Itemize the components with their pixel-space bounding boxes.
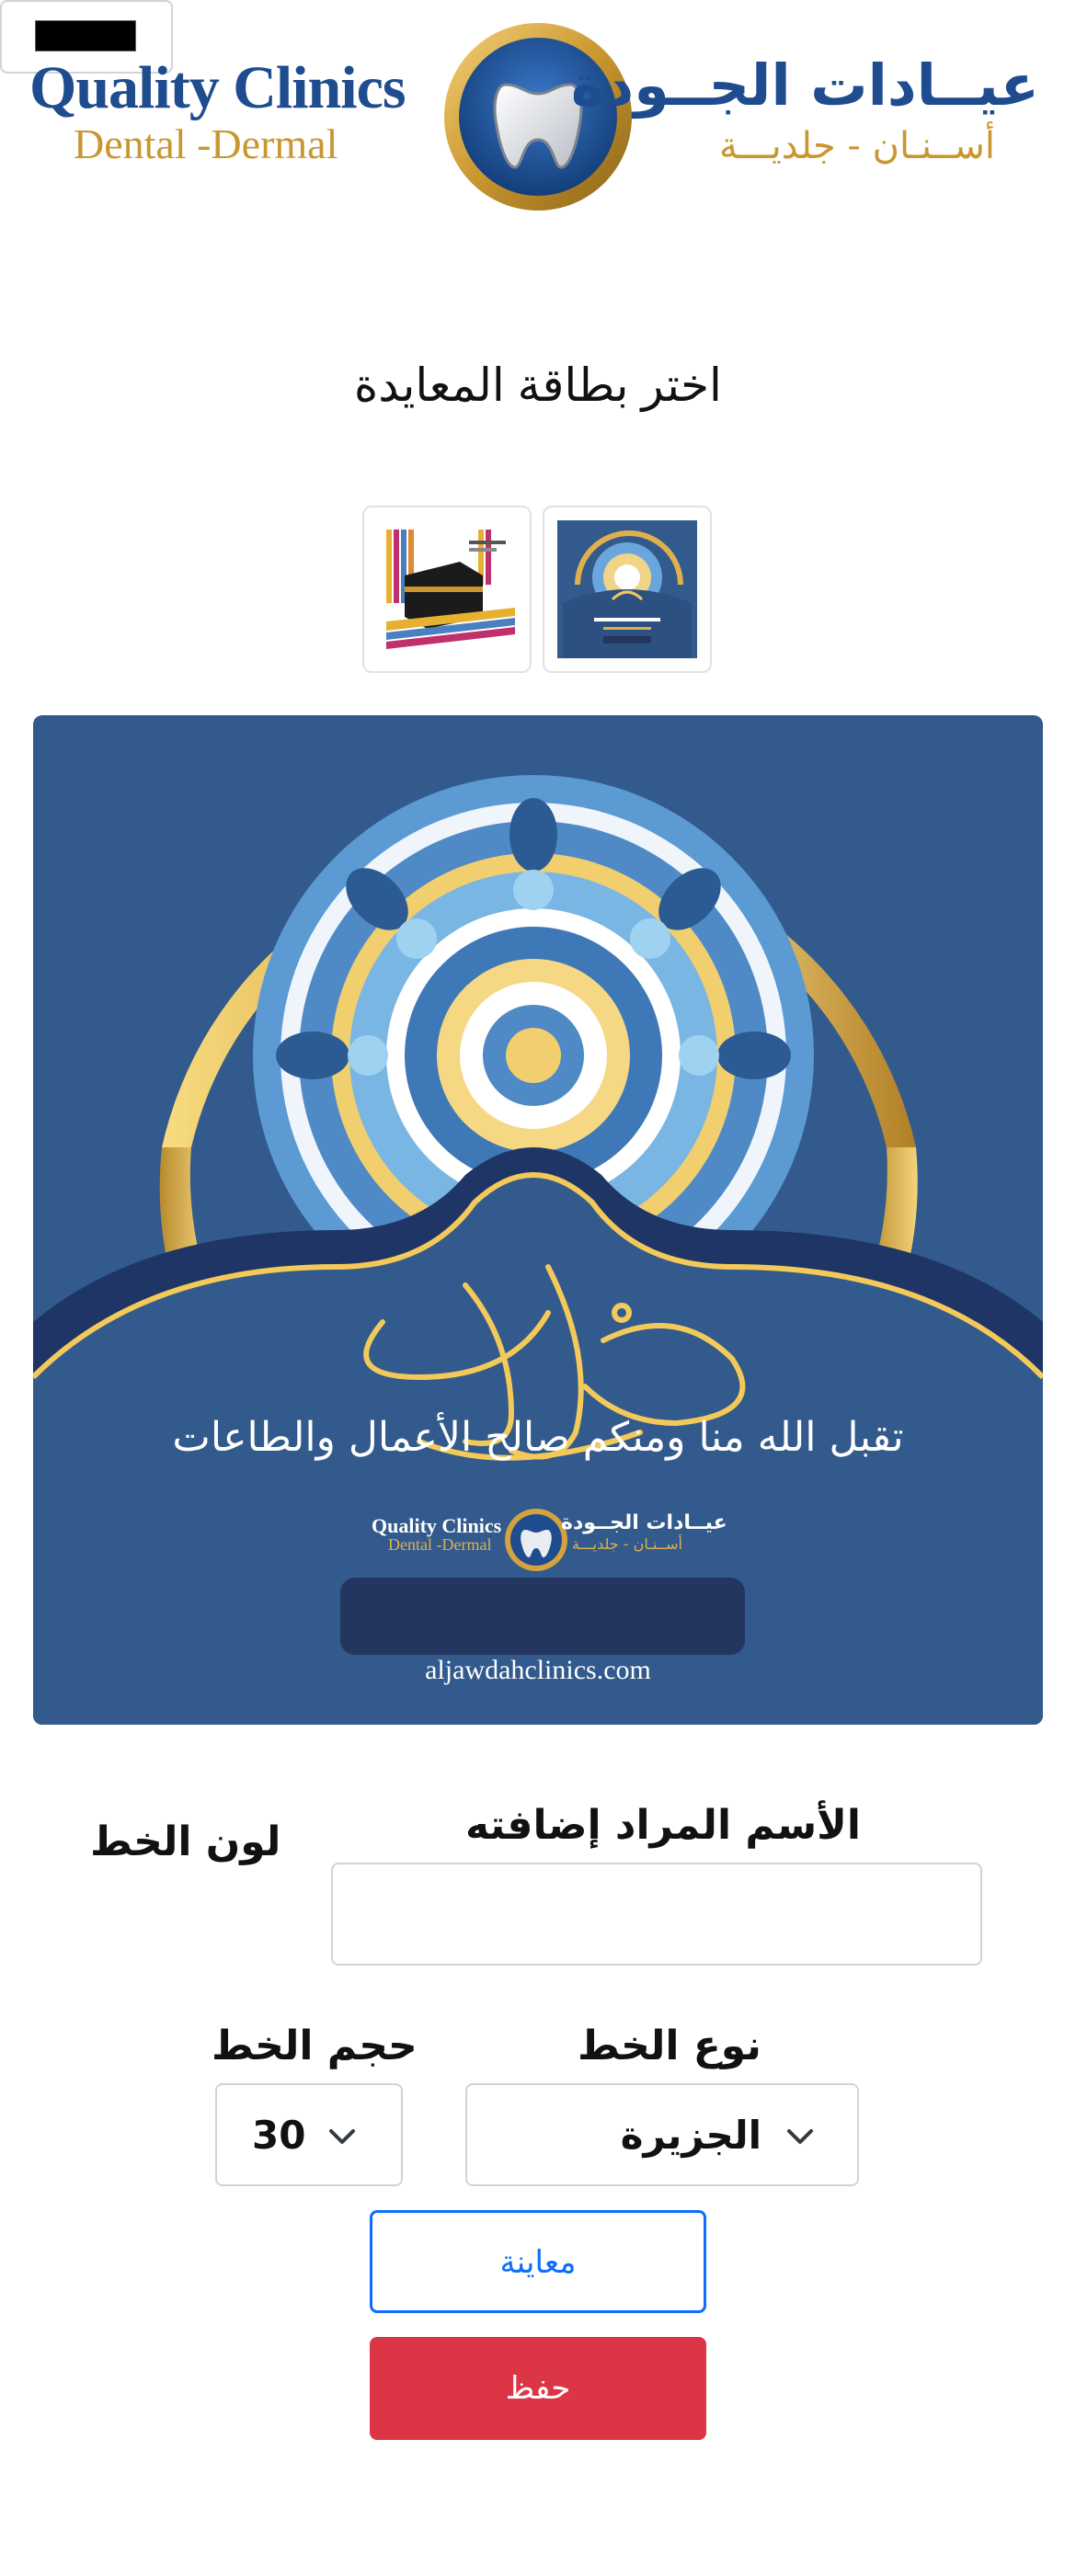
chevron-down-icon <box>787 2129 813 2144</box>
card-thumbnail-hajj[interactable] <box>362 506 532 673</box>
logo-subtext-ar: أســنـان - جلديـــة <box>719 125 995 167</box>
font-color-swatch <box>35 20 136 51</box>
card-logo-subtext-ar: أســنـان - جلديـــة <box>572 1535 682 1553</box>
page-title: اختر بطاقة المعايدة <box>354 359 722 411</box>
font-size-select[interactable]: 30 <box>215 2083 403 2186</box>
card-url: aljawdahclinics.com <box>425 1655 651 1685</box>
site-header: Quality Clinics Dental -Dermal عيــادات … <box>0 0 1076 230</box>
name-label: الأسم المراد إضافته <box>465 1802 861 1849</box>
chevron-down-icon <box>329 2129 355 2144</box>
card-artwork <box>33 775 1043 1725</box>
font-type-value: الجزيرة <box>620 2113 761 2158</box>
card-logo-subtext-en: Dental -Dermal <box>388 1535 492 1554</box>
preview-button[interactable]: معاينة <box>370 2210 706 2313</box>
blue-mandala-card-image <box>557 520 697 658</box>
card-name-placeholder <box>340 1578 745 1655</box>
name-input[interactable] <box>331 1863 982 1966</box>
font-size-label: حجم الخط <box>212 2023 418 2069</box>
save-button[interactable]: حفظ <box>370 2337 706 2440</box>
card-preview <box>33 715 1043 1725</box>
card-thumbnail-eid[interactable] <box>543 506 712 673</box>
logo-text-en: Quality Clinics <box>29 54 406 121</box>
kaaba-card-image <box>377 520 517 658</box>
card-greeting-text: تقبل الله منا ومنكم صالح الأعمال والطاعا… <box>172 1414 904 1461</box>
card-logo-text-ar: عيــادات الجــودة <box>561 1511 727 1534</box>
font-type-select[interactable]: الجزيرة <box>465 2083 859 2186</box>
font-size-value: 30 <box>252 2113 306 2158</box>
card-tooth-logo-icon <box>505 1509 567 1571</box>
logo-text-ar: عيــادات الجــودة <box>570 51 1039 119</box>
logo-subtext-en: Dental -Dermal <box>74 120 338 167</box>
font-color-label: لون الخط <box>90 1818 281 1865</box>
font-type-label: نوع الخط <box>578 2023 761 2069</box>
